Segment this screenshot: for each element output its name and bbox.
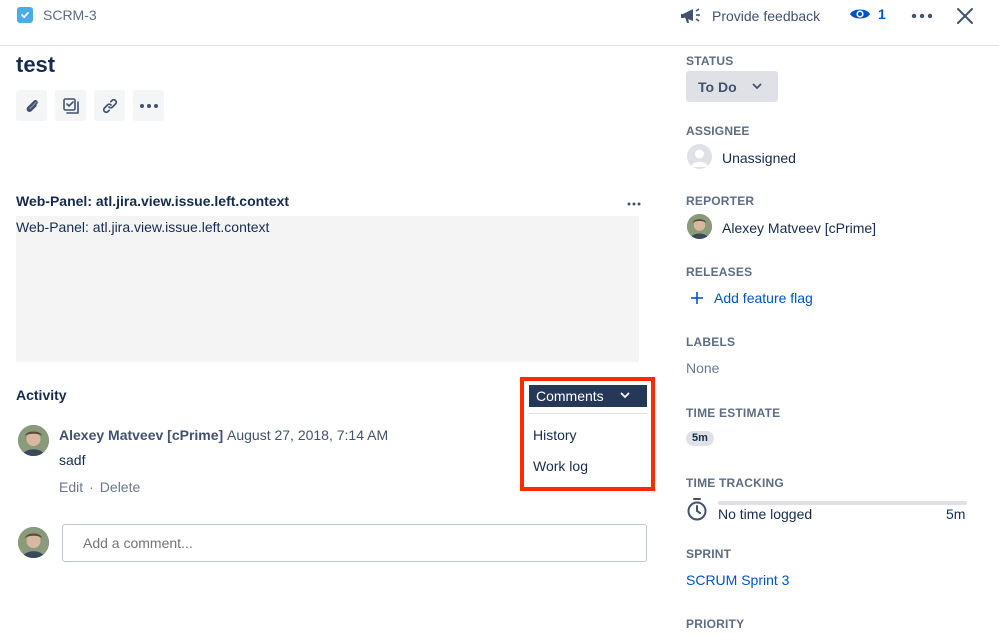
web-panel-title: Web-Panel: atl.jira.view.issue.left.cont…	[16, 193, 290, 209]
link-issue-button[interactable]	[94, 90, 125, 121]
megaphone-icon	[681, 8, 700, 23]
user-avatar-image	[687, 214, 712, 239]
user-placeholder-icon	[691, 149, 708, 167]
task-type-icon	[17, 7, 33, 23]
comment-author[interactable]: Alexey Matveev [cPrime]	[59, 427, 223, 443]
comment-delete-link[interactable]: Delete	[100, 479, 140, 495]
time-estimate-label: TIME ESTIMATE	[686, 406, 781, 420]
issue-summary[interactable]: test	[16, 52, 55, 78]
time-estimate-value[interactable]: 5m	[686, 431, 714, 446]
reporter-value[interactable]: Alexey Matveev [cPrime]	[722, 220, 876, 236]
stopwatch-icon	[687, 498, 707, 521]
activity-filter-option-history[interactable]: History	[533, 427, 577, 443]
unassigned-avatar	[687, 144, 712, 169]
activity-heading: Activity	[16, 387, 67, 403]
create-subtask-button[interactable]	[55, 90, 86, 121]
labels-label: LABELS	[686, 335, 736, 349]
issue-key[interactable]: SCRM-3	[43, 7, 97, 23]
issue-breadcrumb[interactable]: SCRM-3	[17, 7, 97, 23]
releases-label: RELEASES	[686, 265, 753, 279]
close-button[interactable]	[955, 6, 975, 31]
close-icon	[957, 8, 973, 24]
more-horizontal-icon	[627, 202, 641, 206]
link-icon	[102, 98, 117, 113]
web-panel-more-button[interactable]	[627, 194, 641, 212]
reporter-avatar	[687, 214, 712, 239]
assignee-value[interactable]: Unassigned	[722, 150, 796, 166]
user-avatar-image	[18, 425, 49, 456]
more-horizontal-icon	[911, 13, 933, 19]
attach-button[interactable]	[16, 90, 47, 121]
provide-feedback-button[interactable]: Provide feedback	[680, 6, 820, 26]
watch-count: 1	[878, 6, 886, 22]
paperclip-icon	[26, 99, 38, 112]
status-value: To Do	[698, 78, 737, 95]
assignee-label: ASSIGNEE	[686, 124, 750, 138]
priority-label: PRIORITY	[686, 617, 745, 631]
comment-body: sadf	[59, 452, 86, 468]
sprint-label: SPRINT	[686, 547, 732, 561]
status-label: STATUS	[686, 54, 734, 68]
time-tracking-label: TIME TRACKING	[686, 476, 784, 490]
action-separator: ·	[89, 479, 94, 495]
time-tracking-bar[interactable]	[718, 501, 967, 505]
watch-button[interactable]: 1	[849, 6, 886, 22]
issue-toolbar	[16, 90, 172, 121]
comment-date[interactable]: August 27, 2018, 7:14 AM	[227, 427, 388, 443]
activity-filter-selected: Comments	[536, 388, 604, 404]
more-toolbar-button[interactable]	[133, 90, 164, 121]
issue-header: SCRM-3 Provide feedback 1	[0, 0, 999, 46]
activity-filter-option-work-log[interactable]: Work log	[533, 458, 588, 474]
activity-filter-dropdown[interactable]: Comments	[529, 385, 647, 407]
avatar[interactable]	[18, 425, 49, 456]
dropdown-divider	[529, 413, 647, 414]
feedback-label: Provide feedback	[712, 8, 821, 24]
labels-value[interactable]: None	[686, 360, 719, 376]
chevron-down-icon	[752, 83, 762, 90]
comment-actions: Edit · Delete	[59, 479, 140, 495]
more-actions-button[interactable]	[910, 8, 934, 29]
web-panel-text: Web-Panel: atl.jira.view.issue.left.cont…	[16, 219, 270, 235]
add-comment-input[interactable]	[62, 524, 647, 562]
add-feature-flag-label: Add feature flag	[714, 290, 813, 306]
current-user-avatar	[18, 527, 49, 558]
comment-edit-link[interactable]: Edit	[59, 479, 83, 495]
more-horizontal-icon	[139, 103, 158, 108]
time-remaining-value: 5m	[946, 506, 966, 522]
user-avatar-image	[18, 527, 49, 558]
status-dropdown-button[interactable]: To Do	[686, 71, 778, 102]
web-panel-content: Web-Panel: atl.jira.view.issue.left.cont…	[16, 216, 639, 362]
plus-icon	[691, 292, 703, 304]
add-feature-flag-button[interactable]: Add feature flag	[690, 290, 813, 306]
eye-icon	[850, 9, 870, 19]
subtask-icon	[62, 97, 79, 114]
sprint-value[interactable]: SCRUM Sprint 3	[686, 572, 789, 588]
time-logged-value: No time logged	[718, 506, 813, 522]
reporter-label: REPORTER	[686, 194, 755, 208]
chevron-down-icon	[620, 392, 630, 399]
